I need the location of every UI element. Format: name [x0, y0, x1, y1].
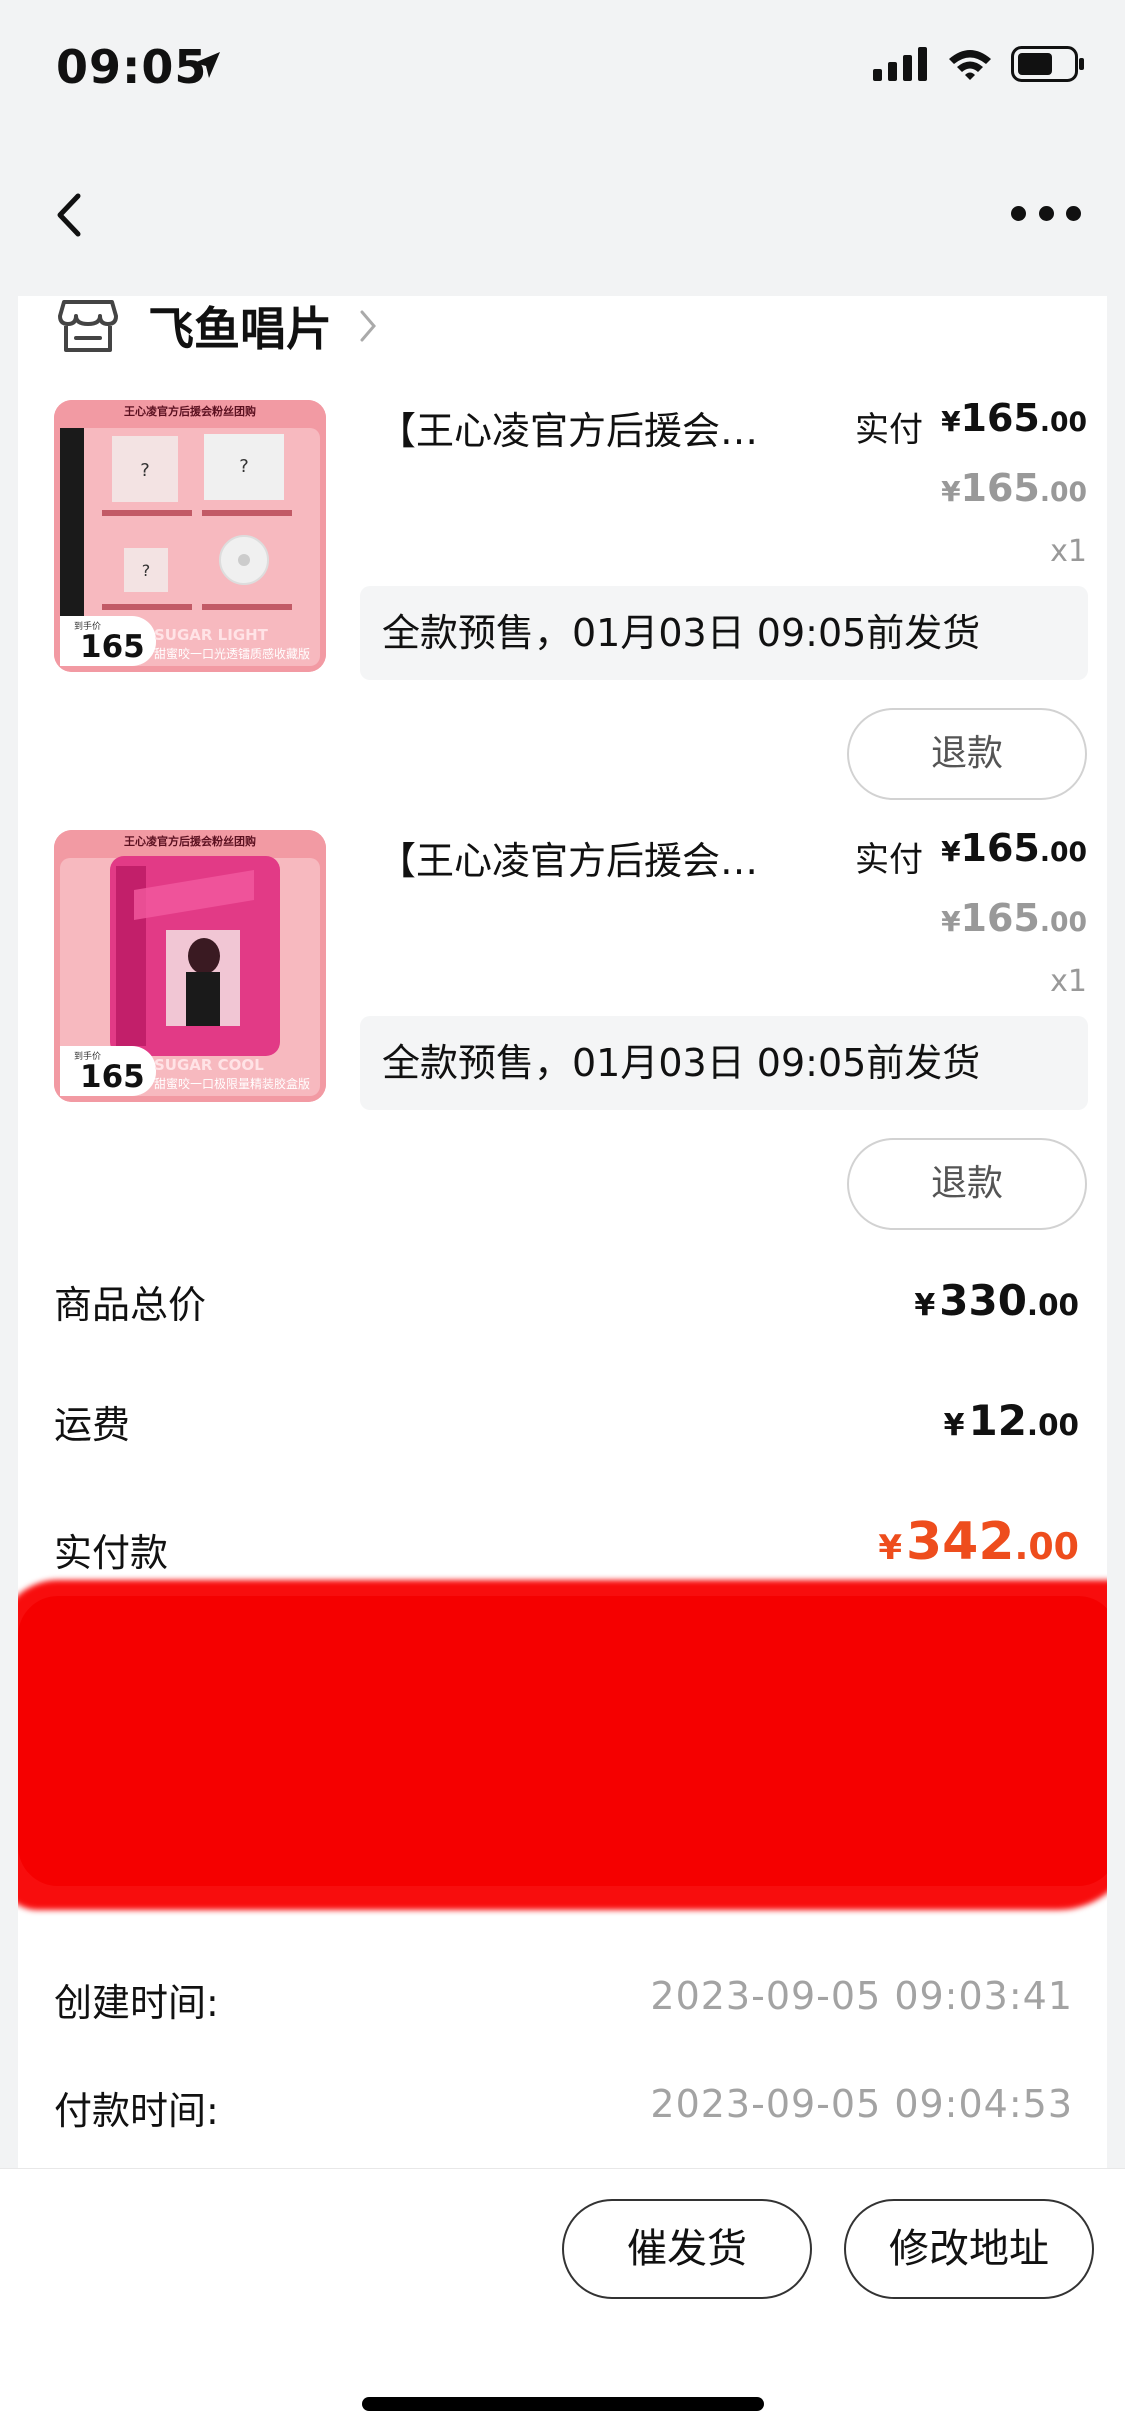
refund-button[interactable]: 退款 — [847, 1138, 1087, 1230]
home-indicator[interactable] — [362, 2397, 764, 2411]
badge-price: 165 — [80, 1059, 145, 1095]
status-bar: 09:05 — [0, 0, 1125, 140]
chevron-right-icon — [360, 310, 376, 342]
thumb-subtitle-cn: 甜蜜咬一口光透镭质感收藏版 — [154, 647, 311, 661]
goods-total-row: 商品总价 ¥330.00 — [18, 1274, 1107, 1354]
thumb-banner: 王心凌官方后援会粉丝团购 — [124, 405, 256, 418]
quantity: x1 — [1050, 534, 1087, 569]
product-title[interactable]: 【王心凌官方后援会… — [378, 830, 818, 885]
svg-text:?: ? — [142, 561, 151, 580]
shop-name: 飞鱼唱片 — [148, 302, 332, 356]
created-time-value: 2023-09-05 09:03:41 — [650, 1974, 1073, 2018]
shipping-row: 运费 ¥12.00 — [18, 1394, 1107, 1474]
back-chevron-icon[interactable] — [48, 190, 88, 240]
battery-icon — [1011, 46, 1084, 82]
urge-shipping-button[interactable]: 催发货 — [562, 2199, 812, 2299]
wifi-icon — [949, 50, 991, 80]
change-address-button[interactable]: 修改地址 — [844, 2199, 1094, 2299]
created-time-label: 创建时间: — [54, 1981, 219, 2025]
redaction-mark — [18, 1596, 1107, 1886]
refund-button[interactable]: 退款 — [847, 708, 1087, 800]
goods-total-label: 商品总价 — [54, 1283, 207, 1327]
paid-label: 实付 — [855, 410, 923, 450]
paid-label: 实付 — [855, 840, 923, 880]
more-options-icon[interactable] — [1011, 198, 1081, 228]
thumb-subtitle-cn: 甜蜜咬一口极限量精装胶盒版 — [154, 1077, 311, 1091]
presale-notice: 全款预售，01月03日 09:05前发货 — [360, 1016, 1088, 1110]
paid-price: ¥165.00 — [941, 396, 1087, 440]
product-thumbnail[interactable]: 王心凌官方后援会粉丝团购 到手价 165 SUGAR COOL 甜蜜咬一口极限量… — [54, 830, 326, 1102]
quantity: x1 — [1050, 964, 1087, 999]
thumb-banner: 王心凌官方后援会粉丝团购 — [124, 835, 256, 848]
status-time: 09:05 — [56, 40, 208, 94]
order-card: 飞鱼唱片 ? ? ? 王心凌官方后援会粉丝团购 到手价 165 SUGAR LI… — [18, 296, 1107, 2168]
nav-bar — [0, 150, 1125, 270]
shipping-label: 运费 — [54, 1403, 131, 1447]
thumb-subtitle-en: SUGAR COOL — [154, 1056, 264, 1074]
shop-header[interactable]: 飞鱼唱片 — [58, 296, 378, 366]
created-time-row: 创建时间: 2023-09-05 09:03:41 — [18, 1972, 1107, 2032]
shipping-value: ¥12.00 — [943, 1396, 1079, 1445]
product-thumbnail[interactable]: ? ? ? 王心凌官方后援会粉丝团购 到手价 165 SUGAR LIGHT 甜… — [54, 400, 326, 672]
payment-time-label: 付款时间: — [54, 2089, 219, 2133]
payment-time-row: 付款时间: 2023-09-05 09:04:53 — [18, 2080, 1107, 2140]
paid-total-label: 实付款 — [54, 1531, 169, 1575]
payment-time-value: 2023-09-05 09:04:53 — [650, 2082, 1073, 2126]
original-price: ¥165.00 — [941, 896, 1087, 940]
store-icon — [58, 300, 118, 352]
svg-text:?: ? — [239, 456, 249, 477]
price-badge: 到手价 165 — [60, 616, 156, 666]
badge-price: 165 — [80, 629, 145, 665]
presale-notice: 全款预售，01月03日 09:05前发货 — [360, 586, 1088, 680]
status-icons — [873, 46, 1085, 82]
paid-price: ¥165.00 — [941, 826, 1087, 870]
price-badge: 到手价 165 — [60, 1046, 156, 1096]
location-arrow-icon — [194, 52, 220, 78]
order-item: ? ? ? 王心凌官方后援会粉丝团购 到手价 165 SUGAR LIGHT 甜… — [18, 396, 1107, 820]
goods-total-value: ¥330.00 — [914, 1276, 1079, 1325]
signal-icon — [873, 47, 927, 81]
paid-total-value: ¥342.00 — [878, 1512, 1079, 1572]
product-title[interactable]: 【王心凌官方后援会… — [378, 400, 818, 455]
thumb-subtitle-en: SUGAR LIGHT — [154, 626, 268, 644]
svg-text:?: ? — [140, 460, 150, 481]
order-item: 王心凌官方后援会粉丝团购 到手价 165 SUGAR COOL 甜蜜咬一口极限量… — [18, 826, 1107, 1250]
order-detail-page: 09:05 飞鱼唱片 ? ? ? 王心凌官方后援会粉丝团购 到手价 165 SU… — [0, 0, 1125, 2436]
original-price: ¥165.00 — [941, 466, 1087, 510]
bottom-action-bar: 催发货 修改地址 — [0, 2168, 1125, 2436]
